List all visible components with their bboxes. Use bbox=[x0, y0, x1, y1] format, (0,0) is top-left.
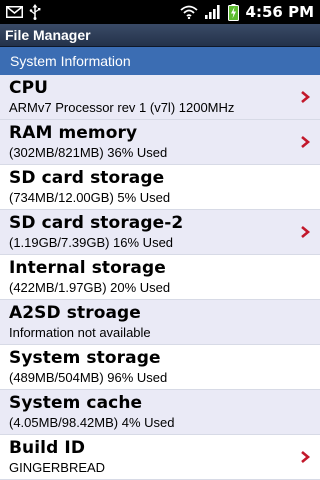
info-row-system-storage: System storage (489MB/504MB) 96% Used bbox=[0, 345, 320, 390]
info-row-sd-card: SD card storage (734MB/12.00GB) 5% Used bbox=[0, 165, 320, 210]
status-bar-system: 4:56 PM bbox=[179, 3, 320, 21]
row-title: Build ID bbox=[9, 438, 86, 458]
row-subtitle: (1.19GB/7.39GB) 16% Used bbox=[9, 235, 174, 250]
chevron-right-icon[interactable] bbox=[299, 225, 311, 239]
row-title: CPU bbox=[9, 78, 49, 98]
row-subtitle: GINGERBREAD bbox=[9, 460, 106, 475]
info-row-a2sd-storage: A2SD stroage Information not available bbox=[0, 300, 320, 345]
row-title: Internal storage bbox=[9, 258, 166, 278]
info-row-build-id[interactable]: Build ID GINGERBREAD bbox=[0, 435, 320, 480]
app-title-bar: File Manager bbox=[0, 24, 320, 47]
row-title: System storage bbox=[9, 348, 161, 368]
row-subtitle: (4.05MB/98.42MB) 4% Used bbox=[9, 415, 175, 430]
mail-icon bbox=[6, 6, 23, 18]
row-title: SD card storage-2 bbox=[9, 213, 184, 233]
app-title: File Manager bbox=[5, 27, 91, 43]
section-header: System Information bbox=[0, 47, 320, 75]
status-time: 4:56 PM bbox=[245, 3, 314, 21]
usb-icon bbox=[29, 4, 41, 20]
chevron-right-icon[interactable] bbox=[299, 135, 311, 149]
info-row-internal-storage: Internal storage (422MB/1.97GB) 20% Used bbox=[0, 255, 320, 300]
section-title: System Information bbox=[10, 53, 131, 69]
info-row-ram[interactable]: RAM memory (302MB/821MB) 36% Used bbox=[0, 120, 320, 165]
battery-charging-icon bbox=[227, 3, 239, 21]
info-row-cpu[interactable]: CPU ARMv7 Processor rev 1 (v7l) 1200MHz bbox=[0, 75, 320, 120]
row-title: System cache bbox=[9, 393, 143, 413]
row-subtitle: ARMv7 Processor rev 1 (v7l) 1200MHz bbox=[9, 100, 235, 115]
chevron-right-icon[interactable] bbox=[299, 90, 311, 104]
row-subtitle: (489MB/504MB) 96% Used bbox=[9, 370, 168, 385]
wifi-icon bbox=[179, 5, 198, 19]
status-bar: 4:56 PM bbox=[0, 0, 320, 24]
signal-icon bbox=[204, 5, 221, 19]
chevron-right-icon[interactable] bbox=[299, 450, 311, 464]
row-subtitle: (734MB/12.00GB) 5% Used bbox=[9, 190, 171, 205]
row-subtitle: (302MB/821MB) 36% Used bbox=[9, 145, 168, 160]
row-subtitle: Information not available bbox=[9, 325, 151, 340]
row-subtitle: (422MB/1.97GB) 20% Used bbox=[9, 280, 171, 295]
info-row-sd-card-2[interactable]: SD card storage-2 (1.19GB/7.39GB) 16% Us… bbox=[0, 210, 320, 255]
info-row-system-cache: System cache (4.05MB/98.42MB) 4% Used bbox=[0, 390, 320, 435]
row-title: A2SD stroage bbox=[9, 303, 141, 323]
system-info-list: CPU ARMv7 Processor rev 1 (v7l) 1200MHz … bbox=[0, 75, 320, 480]
status-bar-notifications bbox=[0, 4, 41, 20]
row-title: RAM memory bbox=[9, 123, 138, 143]
row-title: SD card storage bbox=[9, 168, 165, 188]
